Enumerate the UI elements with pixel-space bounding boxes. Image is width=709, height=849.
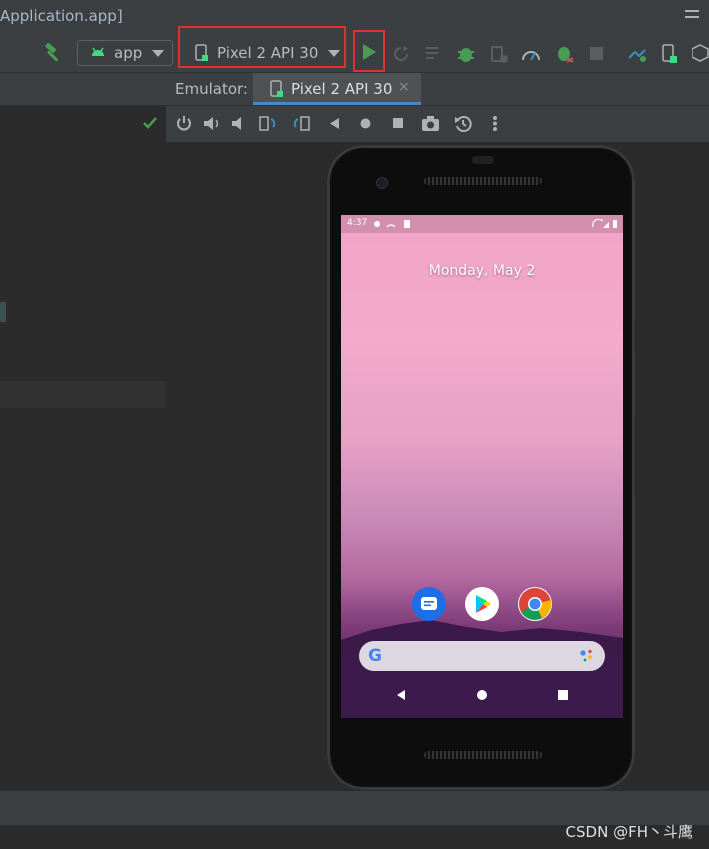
google-logo-icon: G [368,646,382,666]
ide-status-bar [0,791,709,825]
device-icon [270,80,283,97]
brace-highlight [0,302,6,322]
phone-home-icon[interactable] [476,689,488,701]
window-title: Application.app] [0,7,123,25]
phone-volume-button[interactable] [635,412,639,498]
more-icon[interactable] [492,115,498,132]
debug-attach-bug-icon[interactable] [555,44,575,64]
google-search-bar[interactable]: G [359,641,605,671]
volume-up-icon[interactable] [203,116,221,131]
stop-icon[interactable] [589,46,605,62]
signal-battery-icon [592,219,617,228]
tab-label: Pixel 2 API 30 [291,80,393,98]
device-icon [195,44,208,61]
phone-recents-icon[interactable] [557,689,569,701]
title-bar: Application.app] [0,0,709,34]
date-widget[interactable]: Monday, May 2 [341,263,623,279]
build-hammer-icon[interactable] [42,42,64,64]
device-label: Pixel 2 API 30 [217,44,319,62]
phone-power-button[interactable] [635,313,639,353]
chevron-down-icon [152,49,165,57]
profiler-gauge-icon[interactable] [521,45,541,63]
current-line-highlight [0,381,166,408]
earpiece [472,156,494,164]
status-icons [374,220,410,228]
front-camera [376,177,388,189]
home-icon[interactable] [359,117,372,130]
rotate-left-icon[interactable] [258,115,278,132]
phone-back-icon[interactable] [395,689,407,701]
attach-debugger-icon[interactable] [490,45,510,65]
sync-gradle-icon[interactable] [626,44,648,64]
back-icon[interactable] [328,117,340,130]
screenshot-icon[interactable] [421,115,440,132]
watermark: CSDN @FH丶斗鹰 [565,823,693,841]
close-icon[interactable]: × [398,79,410,95]
tab-pixel-2-api-30[interactable]: Pixel 2 API 30 × [253,73,421,105]
run-play-icon[interactable] [361,43,377,61]
android-icon [92,47,104,56]
device-select[interactable]: Pixel 2 API 30 [185,40,345,66]
power-icon[interactable] [176,115,192,132]
sdk-manager-icon[interactable] [692,44,709,62]
messages-icon[interactable] [412,587,446,621]
assistant-icon[interactable] [579,648,595,664]
chrome-icon[interactable] [518,587,552,621]
apply-code-changes-icon[interactable] [426,46,444,62]
volume-down-icon[interactable] [231,116,246,131]
run-config-label: app [114,44,143,62]
debug-bug-icon[interactable] [456,44,476,64]
status-time: 4:37 [347,218,368,228]
snapshot-icon[interactable] [454,115,472,132]
rotate-right-icon[interactable] [291,115,311,132]
editor-panel [0,73,166,791]
bottom-speaker [424,751,542,759]
editor-header [0,73,166,105]
play-store-icon[interactable] [465,587,499,621]
apply-changes-icon[interactable] [392,45,410,63]
top-speaker [424,177,542,185]
menu-icon[interactable] [685,6,699,24]
avd-manager-icon[interactable] [662,44,678,64]
chevron-down-icon [328,49,341,57]
run-config-select[interactable]: app [77,40,173,66]
overview-icon[interactable] [392,117,405,130]
check-icon [143,117,157,129]
emulator-label: Emulator: [175,80,248,98]
phone-screen[interactable]: 4:37 Monday, May 2 G [341,215,623,718]
